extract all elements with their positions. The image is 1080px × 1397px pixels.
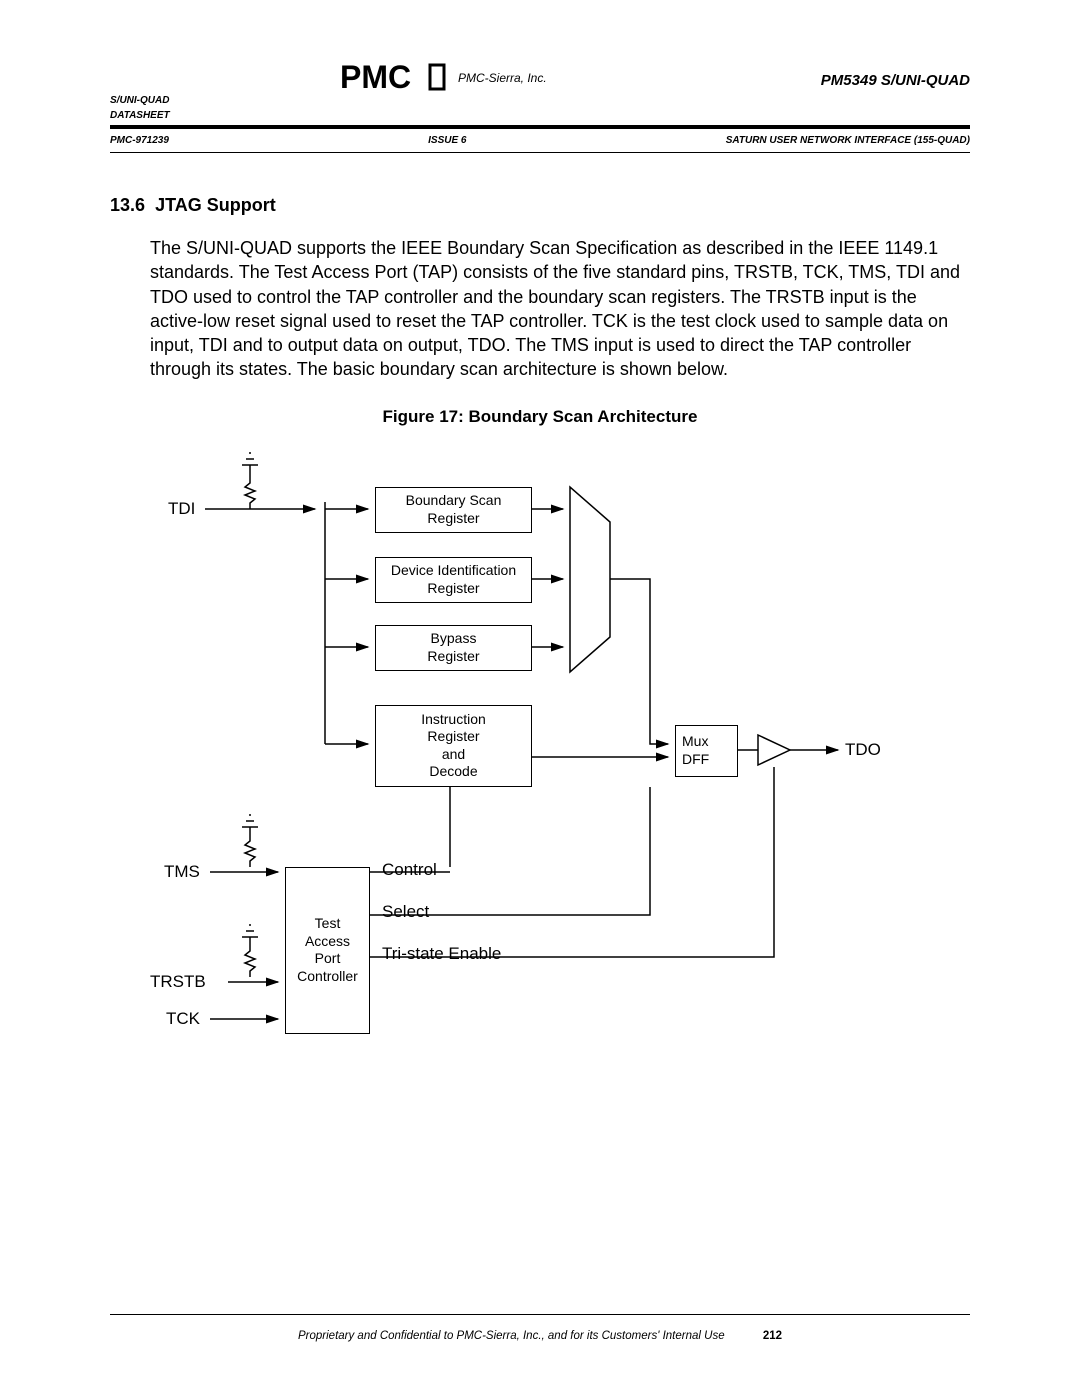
section-title: JTAG Support [155, 195, 276, 215]
doc-id-block: S/UNI-QUAD DATASHEET [110, 93, 170, 123]
product-id: PM5349 S/UNI-QUAD [821, 72, 970, 89]
control-signal-label: Control [382, 860, 437, 880]
company-name: PMC-Sierra, Inc. [458, 71, 547, 85]
pmc-logo-icon: PMC [340, 60, 450, 96]
issue-number: ISSUE 6 [428, 135, 466, 146]
instruction-register-decode-box: InstructionRegisterandDecode [375, 705, 532, 787]
tap-controller-box: TestAccessPortController [285, 867, 370, 1034]
page-header: PMC PMC-Sierra, Inc. PM5349 S/UNI-QUAD S… [110, 60, 970, 150]
footer-text: Proprietary and Confidential to PMC-Sier… [298, 1330, 725, 1342]
doc-name: S/UNI-QUAD [110, 93, 170, 108]
section-heading: 13.6 JTAG Support [110, 195, 970, 216]
header-rule-thin [110, 152, 970, 153]
boundary-scan-diagram: TDI TMS TRSTB TCK TDO Boundary ScanRegis… [150, 447, 890, 1067]
tck-label: TCK [166, 1009, 200, 1029]
doc-subtitle: SATURN USER NETWORK INTERFACE (155-QUAD) [726, 135, 970, 146]
page-number: 212 [763, 1330, 782, 1342]
tdi-label: TDI [168, 499, 195, 519]
tristate-enable-signal-label: Tri-state Enable [382, 944, 501, 964]
body-paragraph: The S/UNI-QUAD supports the IEEE Boundar… [150, 236, 970, 382]
header-rule-thick [110, 125, 970, 129]
boundary-scan-register-box: Boundary ScanRegister [375, 487, 532, 533]
tms-label: TMS [164, 862, 200, 882]
datasheet-page: PMC PMC-Sierra, Inc. PM5349 S/UNI-QUAD S… [0, 0, 1080, 1397]
figure-caption: Figure 17: Boundary Scan Architecture [110, 407, 970, 427]
mux-dff-box: MuxDFF [675, 725, 738, 777]
company-logo: PMC PMC-Sierra, Inc. [340, 60, 547, 96]
section-number: 13.6 [110, 195, 145, 215]
tdo-label: TDO [845, 740, 881, 760]
bypass-register-box: BypassRegister [375, 625, 532, 671]
doc-type: DATASHEET [110, 108, 170, 123]
page-footer: Proprietary and Confidential to PMC-Sier… [110, 1314, 970, 1342]
device-id-register-box: Device IdentificationRegister [375, 557, 532, 603]
trstb-label: TRSTB [150, 972, 206, 992]
svg-text:PMC: PMC [340, 60, 411, 95]
select-signal-label: Select [382, 902, 429, 922]
doc-number: PMC-971239 [110, 135, 169, 146]
header-meta-row: PMC-971239 ISSUE 6 SATURN USER NETWORK I… [110, 135, 970, 146]
